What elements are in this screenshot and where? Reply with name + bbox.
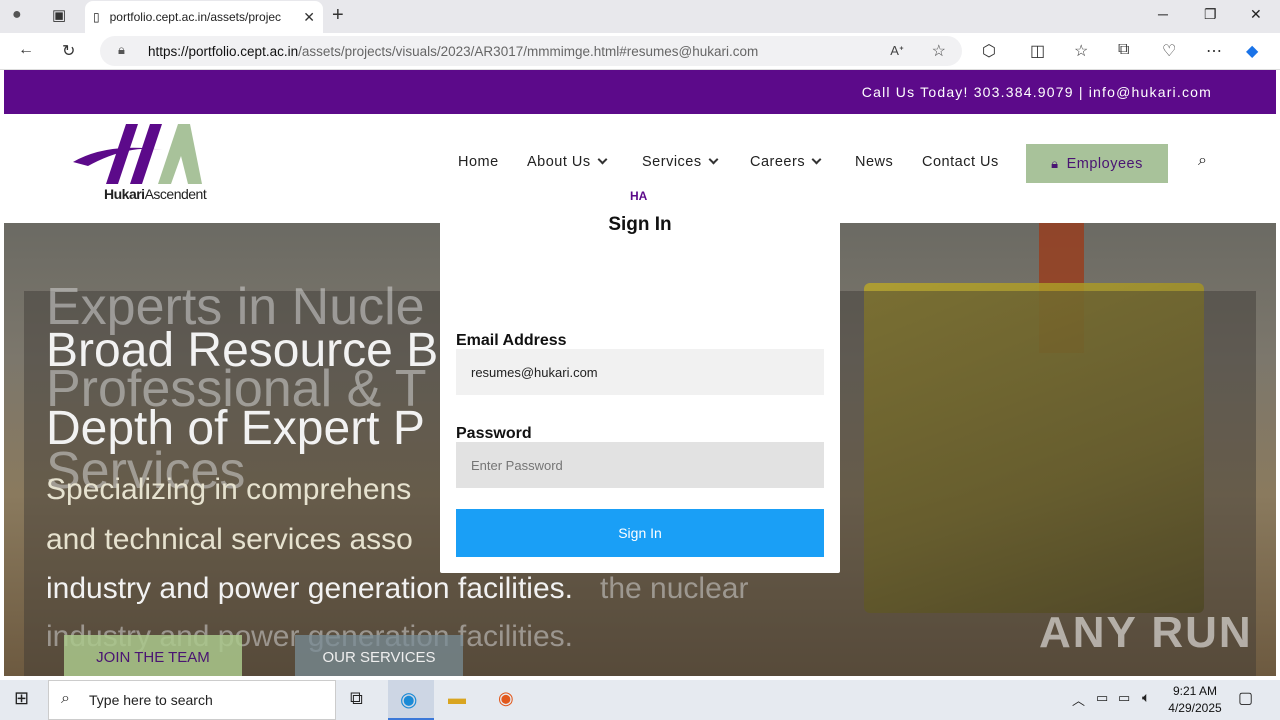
page-icon: ▯: [93, 10, 100, 24]
browser-essentials-icon[interactable]: ♡: [1162, 41, 1176, 61]
chevron-down-icon: [708, 154, 719, 165]
nav-careers[interactable]: Careers: [750, 154, 822, 170]
hero-ghost-subtext: the nuclear: [600, 572, 749, 605]
search-icon[interactable]: ⌕: [1198, 152, 1207, 170]
contact-top-bar: Call Us Today! 303.384.9079 | info@hukar…: [4, 70, 1276, 114]
browser-tab[interactable]: ▯ portfolio.cept.ac.in/assets/projec ✕: [85, 1, 323, 33]
file-explorer-icon[interactable]: ▬: [448, 688, 466, 709]
refresh-icon[interactable]: ↻: [62, 41, 75, 61]
taskbar-search-placeholder: Type here to search: [89, 692, 213, 708]
more-menu-icon[interactable]: ⋯: [1206, 41, 1222, 61]
password-field[interactable]: [456, 442, 824, 488]
tab-actions-icon[interactable]: ▣: [52, 6, 66, 24]
volume-icon[interactable]: 🔈︎: [1142, 689, 1150, 706]
minimize-icon[interactable]: ─: [1158, 6, 1168, 22]
collections-icon[interactable]: ⧉: [1118, 41, 1129, 59]
task-view-icon[interactable]: ⧉: [350, 688, 363, 709]
lock-icon: 🔒︎: [118, 42, 125, 57]
url-path: /assets/projects/visuals/2023/AR3017/mmm…: [298, 43, 759, 59]
nav-careers-label: Careers: [750, 154, 806, 170]
chevron-down-icon: [597, 154, 608, 165]
extensions-icon[interactable]: ⬡: [982, 41, 996, 61]
logo-text: HukariAscendent: [104, 186, 207, 202]
logo-mark-icon: [73, 124, 202, 184]
dialog-logo-icon: HA: [630, 189, 648, 203]
profile-icon[interactable]: ●: [12, 6, 22, 24]
notifications-icon[interactable]: ▢: [1238, 688, 1253, 708]
join-team-button[interactable]: JOIN THE TEAM: [64, 635, 242, 676]
hero-subtext-2: and technical services asso: [46, 523, 413, 556]
nav-services-label: Services: [642, 154, 702, 170]
clock-time: 9:21 AM: [1172, 684, 1218, 698]
our-services-button[interactable]: OUR SERVICES: [295, 635, 463, 676]
chevron-down-icon: [811, 154, 822, 165]
network-icon[interactable]: ▭: [1118, 690, 1130, 706]
back-icon[interactable]: ←: [18, 41, 34, 59]
clock-date: 4/29/2025: [1168, 701, 1222, 715]
taskbar-edge-app[interactable]: ◉: [388, 680, 434, 720]
sign-in-button[interactable]: Sign In: [456, 509, 824, 557]
favorite-star-icon[interactable]: ☆: [932, 41, 946, 61]
nav-home[interactable]: Home: [458, 154, 499, 170]
windows-start-icon[interactable]: ⊞: [14, 688, 29, 709]
new-tab-icon[interactable]: +: [332, 4, 344, 27]
browser-tab-bar: ● ▣ ▯ portfolio.cept.ac.in/assets/projec…: [0, 0, 1280, 33]
close-tab-icon[interactable]: ✕: [303, 9, 315, 26]
device-icon[interactable]: ▭: [1096, 690, 1108, 706]
copilot-icon[interactable]: ◆: [1246, 41, 1258, 61]
restore-icon[interactable]: ❐: [1204, 6, 1217, 23]
read-aloud-icon[interactable]: Aᐩ: [890, 43, 904, 59]
password-label: Password: [456, 425, 532, 442]
anyrun-watermark: ANY RUN: [1039, 608, 1253, 657]
tab-title: portfolio.cept.ac.in/assets/projec: [109, 10, 282, 24]
firefox-icon[interactable]: ◉: [498, 688, 514, 709]
lock-icon: 🔒︎: [1051, 155, 1059, 171]
taskbar-search[interactable]: ⌕ Type here to search: [48, 680, 336, 720]
nav-about-label: About Us: [527, 154, 591, 170]
address-bar-row: ← ↻ 🔒︎ https://portfolio.cept.ac.in/asse…: [0, 33, 1280, 70]
nav-services[interactable]: Services: [642, 154, 719, 170]
url-host: https://portfolio.cept.ac.in: [148, 43, 299, 59]
dialog-title: Sign In: [608, 214, 672, 235]
company-logo[interactable]: HukariAscendent: [68, 122, 208, 204]
search-icon: ⌕: [61, 690, 70, 707]
sign-in-dialog: HA Sign In Email Address Password Sign I…: [440, 185, 840, 573]
email-field[interactable]: [456, 349, 824, 395]
nav-news[interactable]: News: [855, 154, 893, 170]
url-field[interactable]: 🔒︎ https://portfolio.cept.ac.in/assets/p…: [100, 36, 962, 66]
contact-info: Call Us Today! 303.384.9079 | info@hukar…: [861, 84, 1212, 100]
favorites-icon[interactable]: ☆: [1074, 41, 1088, 61]
web-page: Call Us Today! 303.384.9079 | info@hukar…: [4, 70, 1276, 676]
employees-button[interactable]: 🔒︎ Employees: [1026, 144, 1168, 183]
hero-subtext-3: industry and power generation facilities…: [46, 572, 573, 605]
nav-about[interactable]: About Us: [527, 154, 608, 170]
email-label: Email Address: [456, 332, 567, 349]
employees-label: Employees: [1066, 155, 1143, 172]
windows-taskbar: ⊞ ⌕ Type here to search ⧉ ◉ ▬ ◉ ︿ ▭ ▭ 🔈︎…: [0, 680, 1280, 720]
nav-contact[interactable]: Contact Us: [922, 154, 999, 170]
system-clock[interactable]: 9:21 AM 4/29/2025: [1165, 683, 1225, 717]
hero-subtext-1: Specializing in comprehens: [46, 473, 412, 506]
close-window-icon[interactable]: ✕: [1250, 6, 1262, 23]
show-hidden-icons-icon[interactable]: ︿: [1072, 690, 1085, 709]
edge-icon: ◉: [400, 689, 418, 711]
split-screen-icon[interactable]: ◫: [1030, 41, 1045, 61]
